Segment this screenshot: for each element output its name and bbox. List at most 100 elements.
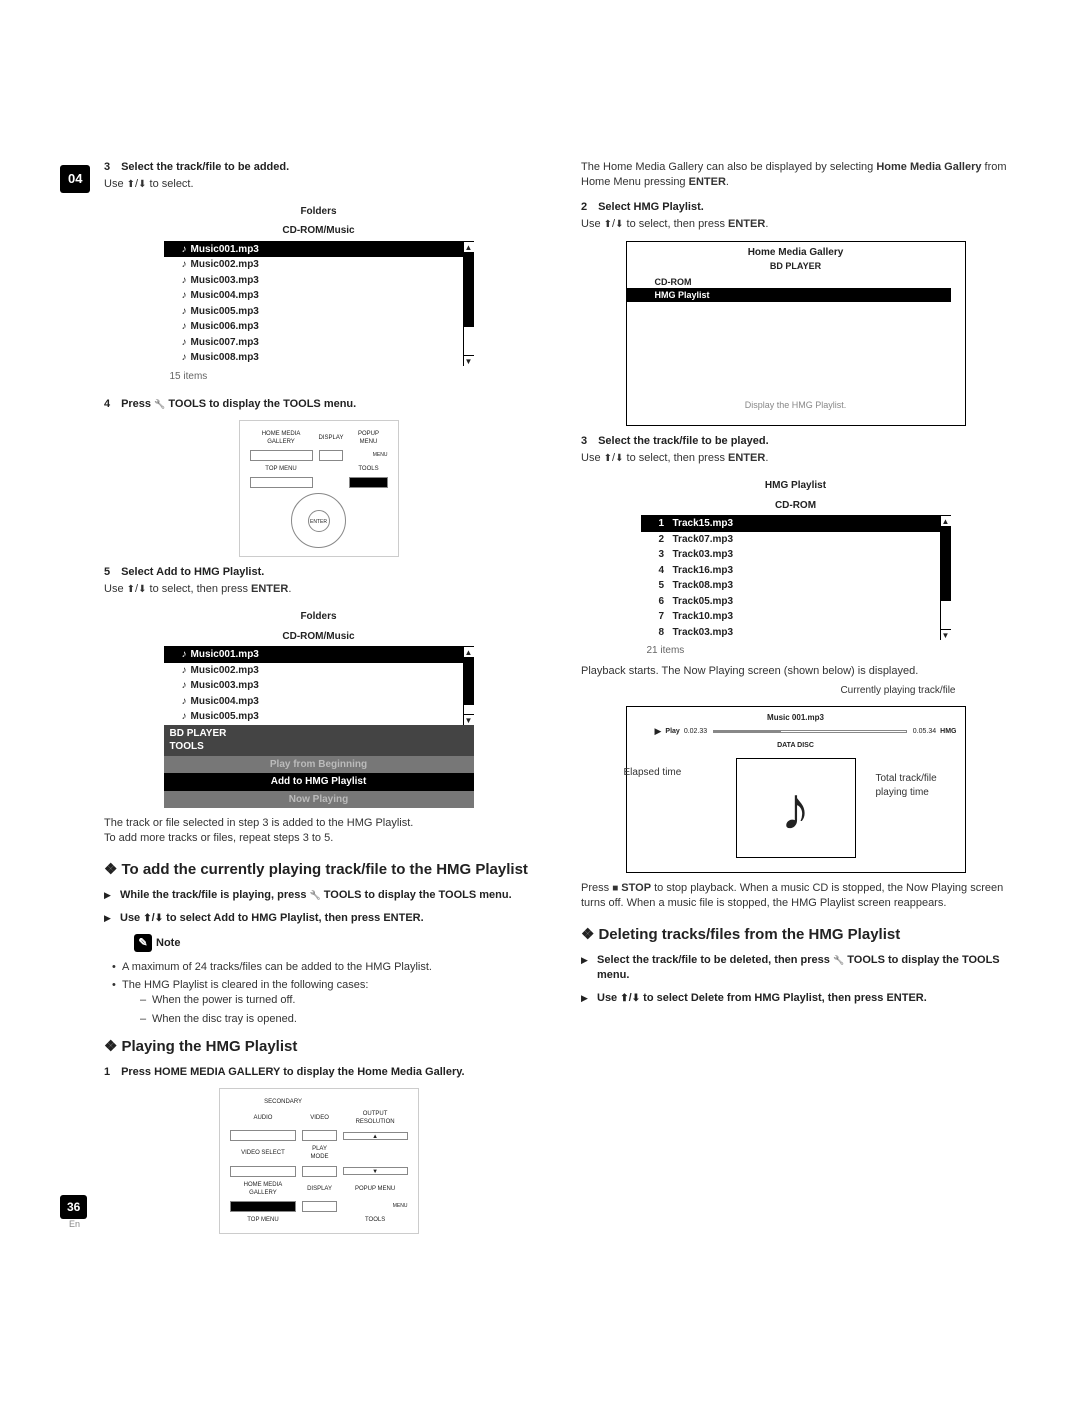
heading-deleting: Deleting tracks/files from the HMG Playl… [581, 925, 1010, 945]
home-media-gallery-screen: Home Media Gallery BD PLAYER CD-ROM HMG … [626, 241, 966, 426]
list-item[interactable]: Music007.mp3 [164, 335, 463, 351]
list-item[interactable]: 2Track07.mp3 [641, 532, 940, 548]
listbox-rows[interactable]: Music001.mp3 Music002.mp3 Music003.mp3 M… [164, 647, 474, 725]
list-item[interactable]: Music004.mp3 [164, 694, 463, 710]
scroll-up-icon[interactable]: ▲ [464, 647, 474, 658]
music-icon [182, 305, 191, 319]
arrow-up-icon [620, 992, 628, 1004]
scrollbar[interactable]: ▲ ▼ [940, 516, 951, 640]
music-icon [182, 710, 191, 724]
tools-option[interactable]: Now Playing [164, 791, 474, 809]
step-4: 4 Press TOOLS to display the TOOLS menu. [104, 397, 533, 412]
music-icon [182, 351, 191, 365]
item-count: 21 items [641, 640, 951, 658]
page-number: 36 [60, 1195, 87, 1219]
arrow-up-icon [127, 178, 135, 190]
list-item[interactable]: 4Track16.mp3 [641, 563, 940, 579]
list-item[interactable]: Music006.mp3 [164, 319, 463, 335]
pencil-icon: ✎ [134, 934, 152, 952]
scroll-up-icon[interactable]: ▲ [464, 242, 474, 253]
music-icon [182, 289, 191, 303]
callout-total-time: Total track/file playing time [876, 772, 968, 799]
callout-elapsed: Elapsed time [624, 766, 682, 780]
folders-listbox-2: Folders CD-ROM/Music Music001.mp3 Music0… [164, 607, 474, 808]
scroll-thumb[interactable] [464, 253, 474, 327]
list-item[interactable]: Music008.mp3 [164, 350, 463, 366]
list-item[interactable]: 1Track15.mp3 [641, 516, 940, 532]
listbox-rows[interactable]: Music001.mp3 Music002.mp3 Music003.mp3 M… [164, 242, 474, 366]
list-item[interactable]: Music001.mp3 [164, 647, 463, 663]
step-5-sub: Use / to select, then press ENTER. [104, 582, 533, 597]
play-icon [581, 991, 597, 1006]
listbox-rows[interactable]: 1Track15.mp3 2Track07.mp3 3Track03.mp3 4… [641, 516, 951, 640]
play-icon [655, 725, 662, 737]
tools-option-selected[interactable]: Add to HMG Playlist [164, 773, 474, 791]
arrow-up-icon [127, 583, 135, 595]
music-icon [182, 258, 191, 272]
step-3: 3 Select the track/file to be added. [104, 160, 533, 175]
arrow-up-icon [143, 912, 151, 924]
right-intro: The Home Media Gallery can also be displ… [581, 160, 1010, 190]
music-icon [182, 320, 191, 334]
page-language: En [69, 1218, 80, 1230]
chapter-number: 04 [60, 165, 90, 193]
list-item[interactable]: Music003.mp3 [164, 678, 463, 694]
folders-listbox-1: Folders CD-ROM/Music Music001.mp3 Music0… [164, 202, 474, 384]
remote-diagram-hmg: SECONDARY AUDIOVIDEOOUTPUT RESOLUTION ▲ … [219, 1088, 419, 1234]
menu-item-hmg-playlist[interactable]: HMG Playlist [627, 288, 951, 302]
tools-key [349, 477, 387, 488]
right-step-3: 3 Select the track/file to be played. [581, 434, 1010, 449]
list-item[interactable]: 8Track03.mp3 [641, 625, 940, 641]
scroll-down-icon[interactable]: ▼ [464, 714, 474, 725]
list-item[interactable]: 3Track03.mp3 [641, 547, 940, 563]
hmg-playlist-listbox: HMG Playlist CD-ROM 1Track15.mp3 2Track0… [641, 476, 951, 658]
callout-current-track: Currently playing track/file [840, 684, 955, 698]
right-step-2: 2 Select HMG Playlist. [581, 200, 1010, 215]
arrow-up-icon [604, 452, 612, 464]
step-5: 5 Select Add to HMG Playlist. [104, 565, 533, 580]
list-item[interactable]: Music002.mp3 [164, 257, 463, 273]
arrow-down-icon [155, 912, 163, 924]
play-icon [104, 911, 120, 926]
note-list: A maximum of 24 tracks/files can be adde… [104, 960, 533, 1027]
list-item[interactable]: 6Track05.mp3 [641, 594, 940, 610]
arrow-up-icon [604, 218, 612, 230]
scroll-thumb[interactable] [464, 658, 474, 705]
diamond-icon [104, 1038, 121, 1055]
tools-option[interactable]: Play from Beginning [164, 756, 474, 774]
scroll-down-icon[interactable]: ▼ [941, 629, 951, 640]
list-item[interactable]: Music002.mp3 [164, 663, 463, 679]
scroll-down-icon[interactable]: ▼ [464, 355, 474, 366]
list-item[interactable]: Music001.mp3 [164, 242, 463, 258]
step-3-sub: Use / to select. [104, 177, 533, 192]
menu-item-cdrom[interactable]: CD-ROM [627, 276, 965, 288]
scroll-thumb[interactable] [941, 527, 951, 601]
hmg-key [230, 1201, 297, 1212]
right-step-3-sub: Use / to select, then press ENTER. [581, 451, 1010, 466]
right-step-2-sub: Use / to select, then press ENTER. [581, 217, 1010, 232]
music-icon [182, 679, 191, 693]
list-item[interactable]: 5Track08.mp3 [641, 578, 940, 594]
remote-diagram-tools: HOME MEDIA GALLERYDISPLAYPOPUP MENU MENU… [239, 420, 399, 557]
music-icon [182, 695, 191, 709]
tools-icon [310, 889, 321, 901]
play-icon [104, 888, 120, 903]
diamond-icon [581, 926, 598, 943]
arrow-down-icon [632, 992, 640, 1004]
list-item[interactable]: Music005.mp3 [164, 709, 463, 725]
list-item[interactable]: Music004.mp3 [164, 288, 463, 304]
play-icon [581, 953, 597, 983]
step-5-after: The track or file selected in step 3 is … [104, 816, 533, 846]
scrollbar[interactable]: ▲ ▼ [463, 647, 474, 725]
bullet-add: Use / to select Add to HMG Playlist, the… [104, 911, 533, 926]
bullet-delete-tools: Select the track/file to be deleted, the… [581, 953, 1010, 983]
list-item[interactable]: Music005.mp3 [164, 304, 463, 320]
music-icon [182, 648, 191, 662]
scroll-up-icon[interactable]: ▲ [941, 516, 951, 527]
list-item[interactable]: 7Track10.mp3 [641, 609, 940, 625]
note-heading: ✎Note [104, 934, 533, 952]
scrollbar[interactable]: ▲ ▼ [463, 242, 474, 366]
list-item[interactable]: Music003.mp3 [164, 273, 463, 289]
big-music-icon: ♪ [736, 758, 856, 858]
bullet-delete-enter: Use / to select Delete from HMG Playlist… [581, 991, 1010, 1006]
